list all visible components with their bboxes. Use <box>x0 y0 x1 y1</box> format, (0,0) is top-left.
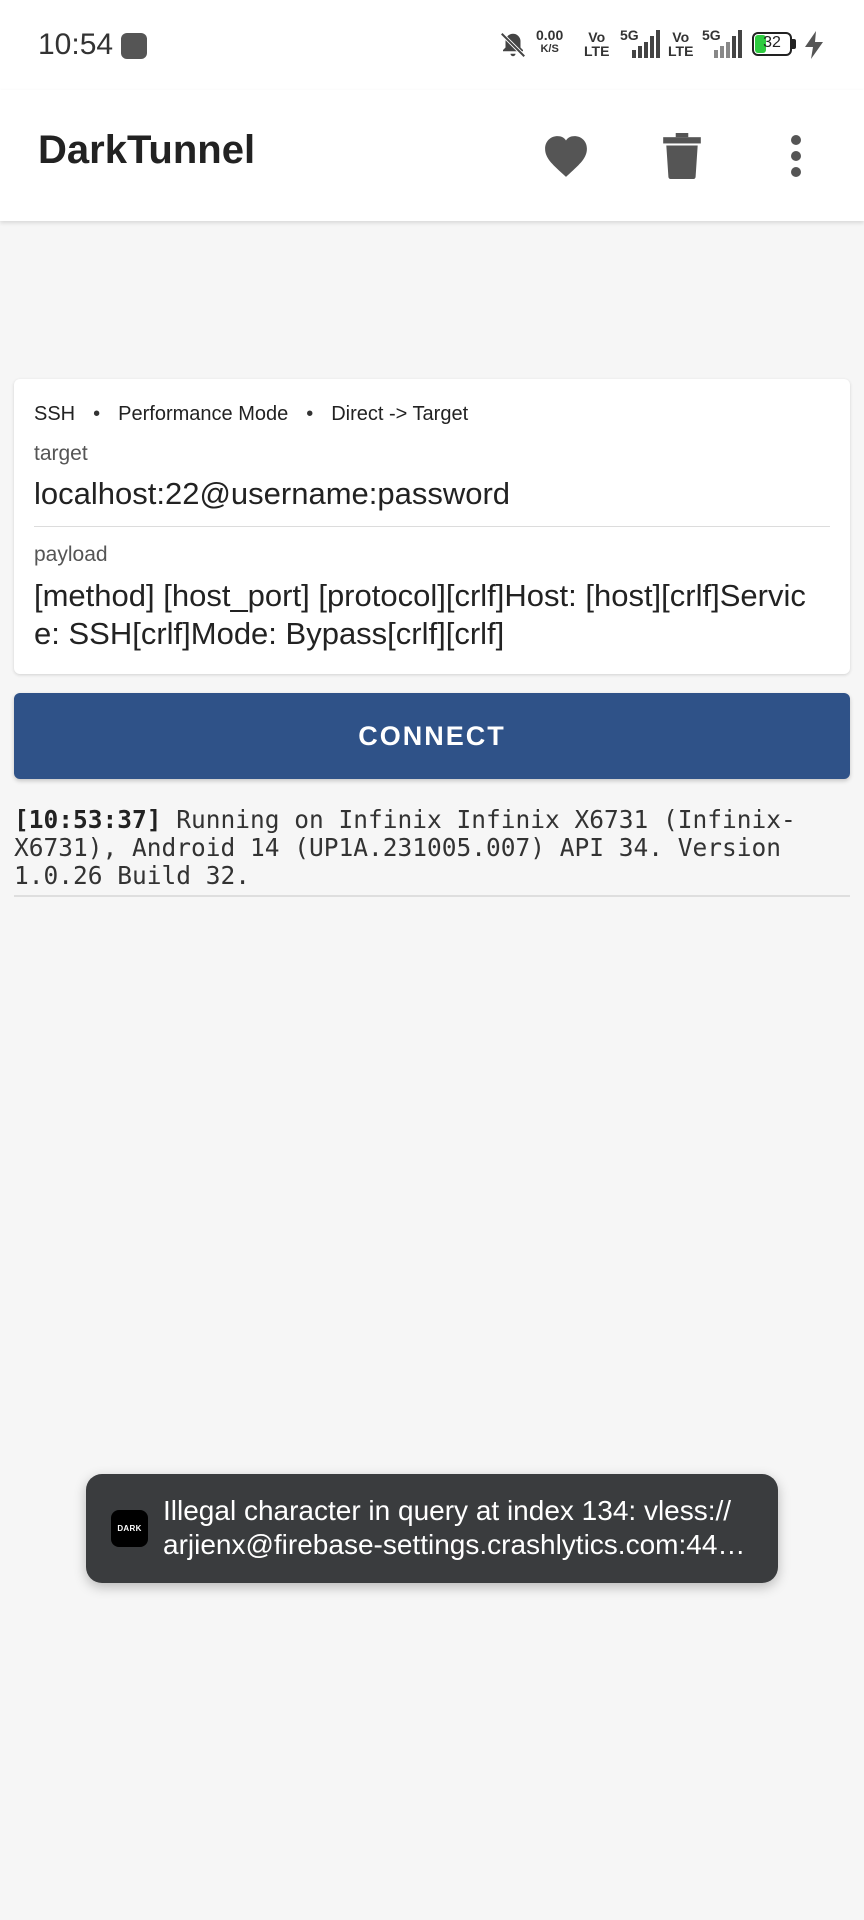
app-notification-icon <box>121 33 147 59</box>
target-field[interactable]: localhost:22@username:password <box>34 475 830 513</box>
volte-1-top: Vo <box>588 29 606 45</box>
app-title: DarkTunnel <box>38 128 256 172</box>
sim-2-network: 5G <box>702 27 721 43</box>
net-speed: 0.00 K/S <box>536 28 563 56</box>
signal-2-icon: 5G <box>702 28 742 58</box>
toast-message: Illegal character in query at index 134:… <box>163 1494 753 1562</box>
log-divider <box>14 895 850 897</box>
mode-summary[interactable]: SSH • Performance Mode • Direct -> Target <box>34 403 468 426</box>
connect-button[interactable]: CONNECT <box>14 693 850 779</box>
trash-icon <box>663 133 701 179</box>
charging-bolt-icon <box>802 30 826 65</box>
toast-line-2: arjienx@firebase-settings.crashlytics.co… <box>163 1529 746 1560</box>
more-vert-icon <box>791 135 801 177</box>
payload-field[interactable]: [method] [host_port] [protocol][crlf]Hos… <box>34 577 830 653</box>
volte-2-icon: Vo LTE <box>668 30 693 58</box>
volte-1-icon: Vo LTE <box>584 30 609 58</box>
config-card[interactable]: SSH • Performance Mode • Direct -> Target ta… <box>14 379 850 674</box>
favorite-button[interactable] <box>528 118 604 194</box>
log-timestamp: [10:53:37] <box>14 805 162 834</box>
separator-dot: • <box>93 403 101 425</box>
status-bar: 10:54 0.00 K/S Vo LTE 5G Vo LTE 5G 32 <box>0 0 864 90</box>
delete-button[interactable] <box>644 118 720 194</box>
field-divider <box>34 526 830 527</box>
route-label: Direct -> Target <box>331 403 469 425</box>
net-speed-value: 0.00 <box>536 27 564 43</box>
app-bar: DarkTunnel <box>0 90 864 221</box>
separator-dot: • <box>306 403 314 425</box>
battery-icon: 32 <box>752 32 798 58</box>
volte-1-bottom: LTE <box>584 43 610 59</box>
more-options-button[interactable] <box>758 118 834 194</box>
protocol-label: SSH <box>34 403 76 425</box>
bell-muted-icon <box>498 30 528 65</box>
battery-level: 32 <box>763 34 781 51</box>
status-time: 10:54 <box>38 28 114 61</box>
error-toast: DARK Illegal character in query at index… <box>86 1474 778 1583</box>
mode-label: Performance Mode <box>118 403 289 425</box>
target-label: target <box>34 442 88 465</box>
payload-label: payload <box>34 543 108 566</box>
sim-1-network: 5G <box>620 27 639 43</box>
status-icons: 0.00 K/S Vo LTE 5G Vo LTE 5G 32 <box>498 24 828 64</box>
log-entry: [10:53:37] Running on Infinix Infinix X6… <box>14 806 850 890</box>
toast-line-1: Illegal character in query at index 134:… <box>163 1495 732 1526</box>
signal-icon: 5G <box>620 28 660 58</box>
heart-icon <box>545 136 587 177</box>
volte-2-top: Vo <box>672 29 690 45</box>
volte-2-bottom: LTE <box>668 43 694 59</box>
app-icon: DARK <box>111 1510 148 1547</box>
net-speed-unit: K/S <box>540 43 559 55</box>
